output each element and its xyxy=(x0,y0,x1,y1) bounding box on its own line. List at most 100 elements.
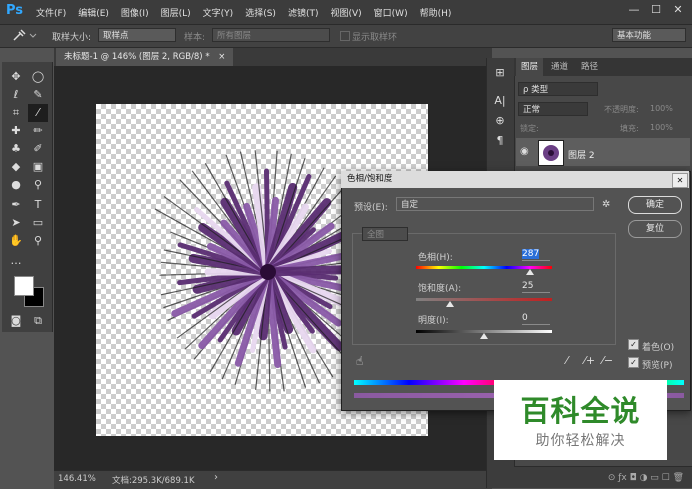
paragraph-panel-icon[interactable]: ¶ xyxy=(490,132,510,150)
saturation-label: 饱和度(A): xyxy=(418,284,462,294)
watermark-sub-text: 助你轻松解决 xyxy=(535,433,626,449)
close-window-button[interactable]: ✕ xyxy=(670,2,686,18)
hue-value: 287 xyxy=(522,249,540,259)
menu-filter[interactable]: 滤镜(T) xyxy=(288,6,319,19)
layer-actions-bar: ⊙ ƒx ◘ ◑ ▭ ☐ 🗑 xyxy=(514,466,692,488)
clone-stamp-icon[interactable]: ♣ xyxy=(6,140,26,158)
colorize-checkbox[interactable]: ✓ xyxy=(628,339,639,350)
lock-label: 锁定: xyxy=(520,124,539,133)
hand-tool-icon[interactable]: ✋ xyxy=(6,232,26,250)
preset-label: 预设(E): xyxy=(354,203,388,213)
workspace-select[interactable]: 基本功能 xyxy=(612,28,686,42)
hue-label: 色相(H): xyxy=(418,253,453,263)
sample-size-select[interactable]: 取样点 xyxy=(98,28,176,42)
preset-gear-icon[interactable]: ✲ xyxy=(602,199,610,210)
burst-center xyxy=(260,264,276,280)
gradient-tool-icon[interactable]: ▣ xyxy=(28,158,48,176)
hue-slider-thumb[interactable] xyxy=(526,269,535,275)
zoom-readout[interactable]: 146.41% xyxy=(58,474,96,484)
crop-tool-icon[interactable]: ⌗ xyxy=(6,104,26,122)
lasso-tool-icon[interactable]: ℓ xyxy=(6,86,26,104)
adjust-group xyxy=(352,233,616,345)
saturation-slider-track[interactable] xyxy=(416,298,552,301)
foreground-color-front xyxy=(14,276,34,296)
eyedropper-preset-icon[interactable] xyxy=(8,27,38,43)
menu-view[interactable]: 视图(V) xyxy=(330,6,361,19)
layer-visibility-eye-icon[interactable]: ◉ xyxy=(520,146,529,157)
pen-tool-icon[interactable]: ✒ xyxy=(6,196,26,214)
dialog-close-icon[interactable]: ✕ xyxy=(672,173,688,188)
lightness-input[interactable]: 0 xyxy=(522,312,550,325)
saturation-input[interactable]: 25 xyxy=(522,280,550,293)
menu-edit[interactable]: 编辑(E) xyxy=(78,6,109,19)
fill-label: 填充: xyxy=(620,124,639,133)
colorize-label: 着色(O) xyxy=(642,343,675,353)
eraser-tool-icon[interactable]: ◆ xyxy=(6,158,26,176)
menu-file[interactable]: 文件(F) xyxy=(36,6,66,19)
dodge-tool-icon[interactable]: ⚲ xyxy=(28,176,48,194)
document-tab[interactable]: 未标题-1 @ 146% (图层 2, RGB/8) * × xyxy=(56,48,234,66)
eyedropper-minus-icon[interactable]: ⁄− xyxy=(602,354,613,367)
targeted-adjust-hand-icon[interactable]: ☝ xyxy=(356,354,363,368)
tab-layers[interactable]: 图层 xyxy=(516,58,544,76)
watermark-main-text: 百科全说 xyxy=(520,394,641,428)
screen-mode-icon[interactable]: ⧉ xyxy=(28,312,48,330)
menu-window[interactable]: 窗口(W) xyxy=(374,6,408,19)
preview-label: 预览(P) xyxy=(642,361,673,371)
restore-button[interactable]: ☐ xyxy=(648,2,664,18)
menu-select[interactable]: 选择(S) xyxy=(245,6,276,19)
reset-button[interactable]: 复位 xyxy=(628,220,682,238)
sample-size-label: 取样大小: xyxy=(52,33,92,43)
show-ring-checkbox[interactable] xyxy=(340,31,350,41)
healing-brush-icon[interactable]: ✚ xyxy=(6,122,26,140)
shape-tool-icon[interactable]: ▭ xyxy=(28,214,48,232)
sample-label: 样本: xyxy=(184,33,206,43)
lightness-label: 明度(I): xyxy=(418,316,449,326)
hue-input[interactable]: 287 xyxy=(522,248,550,261)
minimize-button[interactable]: — xyxy=(626,2,642,18)
dialog-titlebar: 色相/饱和度 xyxy=(341,171,689,188)
history-panel-icon[interactable]: ⊞ xyxy=(490,64,510,82)
opacity-value[interactable]: 100% xyxy=(650,104,673,113)
document-tab-close[interactable]: × xyxy=(218,52,225,62)
history-brush-icon[interactable]: ✐ xyxy=(28,140,48,158)
preview-checkbox[interactable]: ✓ xyxy=(628,357,639,368)
ok-button[interactable]: 确定 xyxy=(628,196,682,214)
sample-select[interactable]: 所有图层 xyxy=(212,28,330,42)
channel-select[interactable]: 全图 xyxy=(362,227,408,241)
type-tool-icon[interactable]: T xyxy=(28,196,48,214)
tab-channels[interactable]: 通道 xyxy=(546,58,573,76)
opacity-label: 不透明度: xyxy=(604,105,639,114)
menu-layer[interactable]: 图层(L) xyxy=(161,6,191,19)
tab-paths[interactable]: 路径 xyxy=(576,58,603,76)
saturation-slider-thumb[interactable] xyxy=(446,301,454,307)
eyedropper-plus-icon[interactable]: ⁄+ xyxy=(584,354,595,367)
fill-value[interactable]: 100% xyxy=(650,123,673,132)
path-select-icon[interactable]: ➤ xyxy=(6,214,26,232)
brush-tool-icon[interactable]: ✏ xyxy=(28,122,48,140)
blend-mode-select[interactable]: 正常 xyxy=(518,102,588,116)
brush-panel-icon[interactable]: ⊕ xyxy=(490,112,510,130)
dialog-title: 色相/饱和度 xyxy=(347,174,393,184)
zoom-tool-icon[interactable]: ⚲ xyxy=(28,232,48,250)
more-tools-icon[interactable]: … xyxy=(6,252,26,270)
character-panel-icon[interactable]: A| xyxy=(490,92,510,110)
quick-mask-icon[interactable]: ◙ xyxy=(6,312,26,330)
preset-select[interactable]: 自定 xyxy=(396,197,594,211)
layer-filter-select[interactable]: ρ 类型 xyxy=(518,82,598,96)
menu-help[interactable]: 帮助(H) xyxy=(420,6,452,19)
layer-thumbnail xyxy=(538,140,564,166)
move-tool-icon[interactable]: ✥ xyxy=(6,68,26,86)
menu-image[interactable]: 图像(I) xyxy=(121,6,149,19)
eyedropper-icon[interactable]: ⁄ xyxy=(566,354,568,367)
menu-type[interactable]: 文字(Y) xyxy=(203,6,234,19)
layer-name[interactable]: 图层 2 xyxy=(568,148,595,161)
eyedropper-tool-icon[interactable]: ⁄ xyxy=(28,104,48,122)
blur-tool-icon[interactable]: ● xyxy=(6,176,26,194)
app-logo: Ps xyxy=(6,3,24,18)
marquee-tool-icon[interactable]: ◯ xyxy=(28,68,48,86)
lightness-slider-thumb[interactable] xyxy=(480,333,488,339)
document-tab-title: 未标题-1 @ 146% (图层 2, RGB/8) * xyxy=(64,52,210,62)
status-menu-arrow[interactable]: › xyxy=(214,472,218,483)
quick-select-tool-icon[interactable]: ✎ xyxy=(28,86,48,104)
